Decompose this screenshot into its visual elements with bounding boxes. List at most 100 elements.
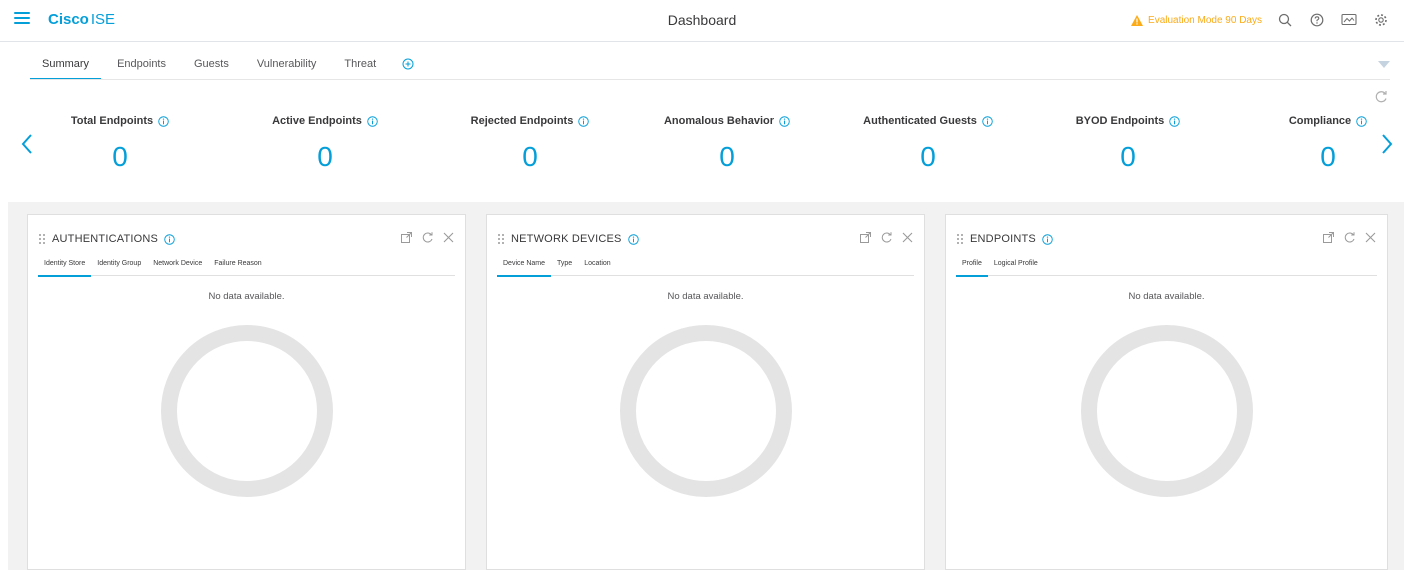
info-icon[interactable] (164, 233, 175, 245)
dashlet-header: ENDPOINTS (956, 233, 1053, 245)
carousel-next-icon[interactable] (1380, 133, 1394, 155)
info-icon[interactable] (367, 115, 378, 127)
kpi-label-row: Active Endpoints (255, 115, 395, 127)
refresh-icon[interactable] (1343, 231, 1356, 244)
notifications-icon[interactable] (1340, 11, 1358, 29)
kpi-label: Authenticated Guests (863, 115, 977, 127)
dashlet-header: NETWORK DEVICES (497, 233, 639, 245)
header-actions: Evaluation Mode 90 Days (1131, 10, 1390, 30)
warning-icon (1131, 14, 1144, 26)
brand-product: ISE (90, 11, 116, 28)
info-icon[interactable] (1042, 233, 1053, 245)
kpi-value: 0 (719, 141, 735, 172)
subtab-type[interactable]: Type (551, 258, 578, 276)
add-tab-icon[interactable] (402, 57, 418, 73)
dashlet-title: NETWORK DEVICES (511, 233, 622, 245)
refresh-icon[interactable] (880, 231, 893, 244)
kpi-label: BYOD Endpoints (1075, 115, 1165, 127)
brand-logo[interactable]: Cisco ISE (48, 11, 115, 28)
empty-donut-chart (160, 325, 333, 497)
tab-guests[interactable]: Guests (182, 50, 241, 80)
kpi-value: 0 (920, 141, 936, 172)
close-icon[interactable] (901, 231, 914, 244)
evaluation-mode-link[interactable]: Evaluation Mode 90 Days (1131, 14, 1262, 26)
kpi-label: Rejected Endpoints (470, 115, 574, 127)
refresh-icon[interactable] (421, 231, 434, 244)
kpi-label: Anomalous Behavior (663, 115, 775, 127)
info-icon[interactable] (1356, 115, 1367, 127)
close-icon[interactable] (442, 231, 455, 244)
kpi-authenticated-guests[interactable]: Authenticated Guests 0 (848, 115, 1008, 173)
close-icon[interactable] (1364, 231, 1377, 244)
tab-vulnerability[interactable]: Vulnerability (245, 50, 329, 80)
drag-handle-icon[interactable] (497, 233, 505, 245)
kpi-active-endpoints[interactable]: Active Endpoints 0 (255, 115, 395, 173)
dashlet-endpoints: ENDPOINTS Profile Logical Profile No dat… (945, 214, 1388, 570)
no-data-message: No data available. (208, 291, 285, 302)
empty-donut-chart (1080, 325, 1253, 497)
search-icon[interactable] (1276, 11, 1294, 29)
subtab-device-name[interactable]: Device Name (497, 258, 552, 277)
kpi-label-row: Authenticated Guests (848, 115, 1008, 127)
info-icon[interactable] (578, 115, 590, 127)
subtab-location[interactable]: Location (578, 258, 616, 276)
kpi-value: 0 (1120, 141, 1136, 172)
kpi-anomalous-behavior[interactable]: Anomalous Behavior 0 (652, 115, 802, 173)
no-data-message: No data available. (1128, 291, 1205, 302)
dashlet-title: ENDPOINTS (970, 233, 1036, 245)
info-icon[interactable] (779, 115, 790, 127)
kpi-rejected-endpoints[interactable]: Rejected Endpoints 0 (455, 115, 605, 173)
kpi-label-row: Anomalous Behavior (652, 115, 802, 127)
kpi-label-row: Total Endpoints (50, 115, 190, 127)
kpi-value: 0 (522, 141, 538, 172)
tab-summary[interactable]: Summary (30, 50, 102, 80)
dashlet-subtabs: Profile Logical Profile (956, 258, 1377, 277)
kpi-label: Active Endpoints (272, 115, 362, 127)
info-icon[interactable] (158, 115, 169, 127)
kpi-byod-endpoints[interactable]: BYOD Endpoints 0 (1058, 115, 1198, 173)
drag-handle-icon[interactable] (38, 233, 46, 245)
evaluation-mode-text: Evaluation Mode 90 Days (1148, 14, 1262, 26)
kpi-label-row: Rejected Endpoints (455, 115, 605, 127)
dashlet-actions (1322, 231, 1377, 244)
dashlet-title: AUTHENTICATIONS (52, 233, 159, 245)
subtab-identity-store[interactable]: Identity Store (38, 258, 92, 277)
drag-handle-icon[interactable] (956, 233, 964, 245)
dashlet-subtabs: Identity Store Identity Group Network De… (38, 258, 455, 277)
tab-menu-caret-icon[interactable] (1378, 56, 1390, 68)
open-external-icon[interactable] (1322, 231, 1335, 244)
carousel-prev-icon[interactable] (20, 133, 34, 155)
tab-endpoints[interactable]: Endpoints (105, 50, 178, 80)
kpi-label-row: Compliance (1278, 115, 1378, 127)
top-header: Cisco ISE Dashboard Evaluation Mode 90 Da… (0, 0, 1404, 42)
dashlet-network-devices: NETWORK DEVICES Device Name Type Locatio… (486, 214, 925, 570)
info-icon[interactable] (1169, 115, 1181, 127)
tab-threat[interactable]: Threat (332, 50, 388, 80)
dashlet-actions (859, 231, 914, 244)
help-icon[interactable] (1308, 11, 1326, 29)
page-title: Dashboard (667, 12, 737, 28)
kpi-total-endpoints[interactable]: Total Endpoints 0 (50, 115, 190, 173)
menu-icon[interactable] (14, 12, 30, 28)
subtab-profile[interactable]: Profile (956, 258, 988, 277)
refresh-icon[interactable] (1374, 90, 1388, 104)
open-external-icon[interactable] (400, 231, 413, 244)
subtab-logical-profile[interactable]: Logical Profile (988, 258, 1044, 276)
kpi-value: 0 (1320, 141, 1336, 172)
dashlet-header: AUTHENTICATIONS (38, 233, 175, 245)
subtab-failure-reason[interactable]: Failure Reason (208, 258, 267, 276)
subtab-network-device[interactable]: Network Device (147, 258, 208, 276)
kpi-compliance[interactable]: Compliance 0 (1278, 115, 1378, 173)
empty-donut-chart (619, 325, 792, 497)
dashlet-authentications: AUTHENTICATIONS Identity Store Identity … (27, 214, 466, 570)
settings-icon[interactable] (1372, 11, 1390, 29)
subtab-identity-group[interactable]: Identity Group (91, 258, 147, 276)
open-external-icon[interactable] (859, 231, 872, 244)
tabs-divider (30, 79, 1390, 80)
kpi-label-row: BYOD Endpoints (1058, 115, 1198, 127)
kpi-value: 0 (317, 141, 333, 172)
kpi-label: Total Endpoints (70, 115, 154, 127)
info-icon[interactable] (982, 115, 993, 127)
info-icon[interactable] (627, 233, 639, 245)
dashboard-tabs: Summary Endpoints Guests Vulnerability T… (30, 50, 418, 80)
